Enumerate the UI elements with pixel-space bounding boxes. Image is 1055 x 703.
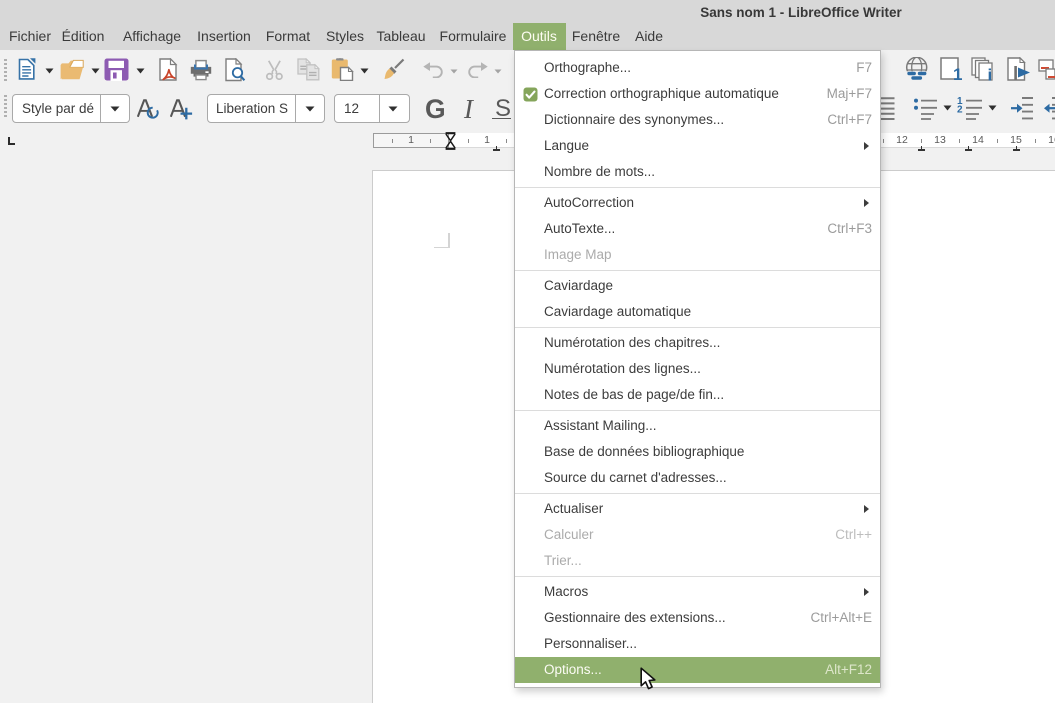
svg-text:1: 1	[953, 65, 962, 81]
svg-text:2: 2	[957, 105, 963, 116]
svg-text:i: i	[988, 66, 993, 82]
